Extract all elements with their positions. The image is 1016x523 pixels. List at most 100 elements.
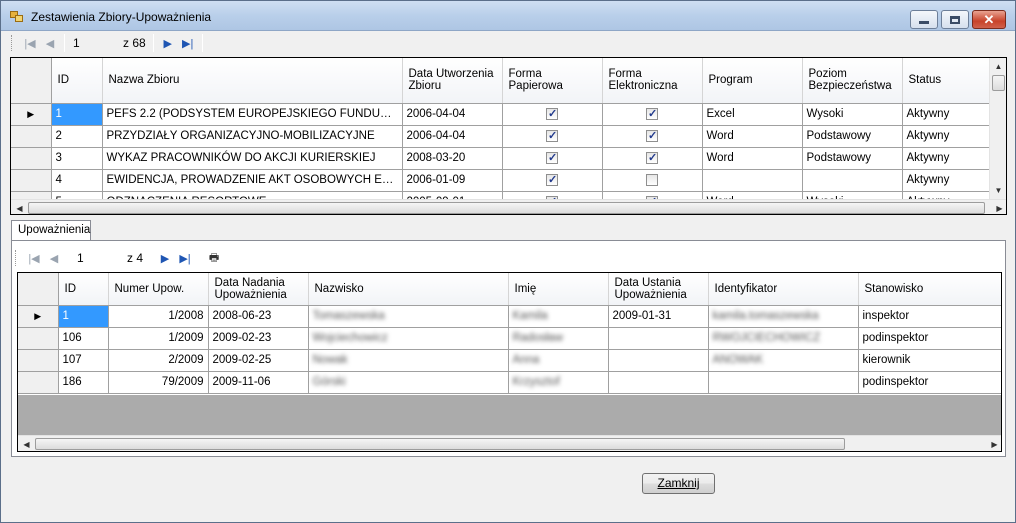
move-next-button[interactable]: ▶ [158,33,178,53]
cell-identifier[interactable]: RWOJCIECHOWICZ [708,327,859,350]
maximize-button[interactable] [941,10,969,29]
cell-status[interactable]: Aktywny [902,147,992,170]
cell-electronic[interactable] [602,125,703,148]
column-header[interactable]: Imię [508,273,609,306]
scroll-thumb[interactable] [28,202,985,214]
cell-surname[interactable]: Tomaszewska [308,305,509,328]
column-header[interactable]: Stanowisko [858,273,1001,306]
cell-date[interactable]: 2009-02-25 [208,349,309,372]
cell-end-date[interactable] [608,349,709,372]
cell-id[interactable]: 2 [51,125,103,148]
cell-end-date[interactable] [608,327,709,350]
move-first-button[interactable]: |◀ [20,33,40,53]
scroll-right-icon[interactable]: ▶ [991,200,1006,214]
zamknij-button[interactable]: Zamknij [642,473,715,494]
cell-electronic[interactable] [602,169,703,192]
scroll-down-icon[interactable]: ▼ [990,182,1006,199]
cell-first-name[interactable]: Kamila [508,305,609,328]
checkbox-electronic[interactable] [646,129,658,142]
cell-level[interactable]: Podstawowy [802,147,903,170]
row-header[interactable] [11,147,52,170]
minimize-button[interactable] [910,10,938,29]
row-header-corner[interactable] [18,273,59,306]
cell-date[interactable]: 2008-03-20 [402,147,503,170]
column-header[interactable]: Data Nadania Upoważnienia [208,273,309,306]
horizontal-scrollbar[interactable]: ◀ ▶ [11,199,1006,214]
column-header[interactable]: Forma Papierowa [502,58,603,104]
cell-number[interactable]: 1/2008 [108,305,209,328]
cell-date[interactable]: 2006-01-09 [402,169,503,192]
checkbox-paper[interactable] [546,129,558,142]
scroll-thumb[interactable] [35,438,845,450]
column-header[interactable]: ID [51,58,103,104]
cell-name[interactable]: WYKAZ PRACOWNIKÓW DO AKCJI KURIERSKIEJ [102,147,403,170]
cell-id[interactable]: 3 [51,147,103,170]
cell-date[interactable]: 2009-02-23 [208,327,309,350]
horizontal-scrollbar[interactable]: ◀ ▶ [18,435,1001,451]
row-header[interactable] [11,169,52,192]
cell-level[interactable] [802,169,903,192]
cell-id[interactable]: 107 [58,349,109,372]
cell-paper[interactable] [502,147,603,170]
cell-number[interactable]: 2/2009 [108,349,209,372]
cell-name[interactable]: EWIDENCJA, PROWADZENIE AKT OSOBOWYCH EGZ… [102,169,403,192]
row-header[interactable] [18,349,59,372]
cell-program[interactable]: Word [702,125,803,148]
column-header[interactable]: Program [702,58,803,104]
position-input[interactable] [69,33,119,53]
column-header[interactable]: Poziom Bezpieczeństwa [802,58,903,104]
cell-first-name[interactable]: Radosław [508,327,609,350]
cell-end-date[interactable] [608,371,709,394]
cell-paper[interactable] [502,125,603,148]
window-close-button[interactable]: ✕ [972,10,1006,29]
cell-id[interactable]: 186 [58,371,109,394]
checkbox-electronic[interactable] [646,151,658,164]
cell-program[interactable]: Excel [702,103,803,126]
cell-paper[interactable] [502,169,603,192]
scroll-left-icon[interactable]: ◀ [11,200,28,214]
cell-position[interactable]: inspektor [858,305,1001,328]
move-first-button[interactable]: |◀ [24,248,44,268]
cell-end-date[interactable]: 2009-01-31 [608,305,709,328]
cell-id[interactable]: 1 [58,305,109,328]
cell-date[interactable]: 2006-04-04 [402,125,503,148]
cell-electronic[interactable] [602,103,703,126]
column-header[interactable]: Nazwa Zbioru [102,58,403,104]
table-row[interactable]: 4 EWIDENCJA, PROWADZENIE AKT OSOBOWYCH EG… [11,169,992,192]
scroll-up-icon[interactable]: ▲ [990,58,1006,75]
column-header[interactable]: Data Ustania Upoważnienia [608,273,709,306]
cell-status[interactable]: Aktywny [902,125,992,148]
cell-first-name[interactable]: Krzysztof [508,371,609,394]
table-row[interactable]: ▶ 1 PEFS 2.2 (PODSYSTEM EUROPEJSKIEGO FUND… [11,103,992,126]
move-previous-button[interactable]: ◀ [40,33,60,53]
cell-date[interactable]: 2008-06-23 [208,305,309,328]
zbiory-grid[interactable]: ID Nazwa Zbioru Data Utworzenia Zbioru F… [10,57,1007,215]
column-header[interactable]: ID [58,273,109,306]
cell-number[interactable]: 1/2009 [108,327,209,350]
cell-number[interactable]: 79/2009 [108,371,209,394]
cell-date[interactable]: 2009-11-06 [208,371,309,394]
table-row[interactable]: 3 WYKAZ PRACOWNIKÓW DO AKCJI KURIERSKIEJ 2… [11,147,992,170]
cell-date[interactable]: 2006-04-04 [402,103,503,126]
print-button[interactable]: 🖶 [204,248,224,268]
table-row[interactable]: 186 79/2009 2009-11-06 Górski Krzysztof podin… [18,371,1001,394]
checkbox-electronic[interactable] [646,107,658,120]
cell-id[interactable]: 4 [51,169,103,192]
cell-position[interactable]: podinspektor [858,327,1001,350]
column-header[interactable]: Data Utworzenia Zbioru [402,58,503,104]
cell-surname[interactable]: Wojciechowicz [308,327,509,350]
row-header-corner[interactable] [11,58,52,104]
cell-program[interactable] [702,169,803,192]
move-last-button[interactable]: ▶| [175,248,195,268]
scroll-right-icon[interactable]: ▶ [986,436,1001,451]
cell-name[interactable]: PEFS 2.2 (PODSYSTEM EUROPEJSKIEGO FUNDUS… [102,103,403,126]
table-row[interactable]: 106 1/2009 2009-02-23 Wojciechowicz Radosław… [18,327,1001,350]
scroll-left-icon[interactable]: ◀ [18,436,35,451]
position-input[interactable] [73,248,123,268]
column-header[interactable]: Status [902,58,992,104]
cell-first-name[interactable]: Anna [508,349,609,372]
cell-level[interactable]: Podstawowy [802,125,903,148]
column-header[interactable]: Forma Elektroniczna [602,58,703,104]
row-header[interactable]: ▶ [18,305,59,328]
cell-id[interactable]: 1 [51,103,103,126]
